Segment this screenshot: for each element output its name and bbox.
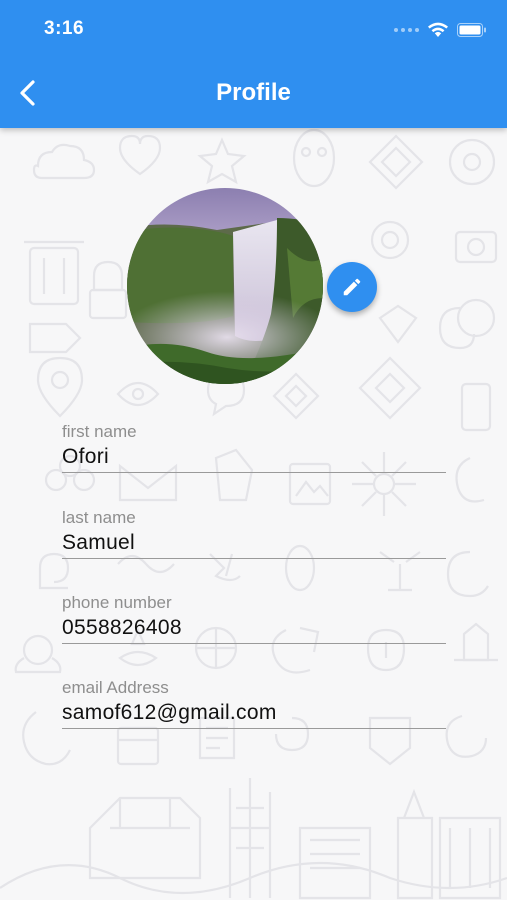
- phone-number-label: phone number: [62, 593, 172, 612]
- edit-photo-button[interactable]: [327, 262, 377, 312]
- status-icons: [394, 22, 487, 38]
- first-name-value[interactable]: Ofori: [62, 444, 446, 473]
- phone-number-value[interactable]: 0558826408: [62, 615, 446, 644]
- email-label: email Address: [62, 678, 169, 697]
- first-name-label: first name: [62, 422, 137, 441]
- status-time: 3:16: [44, 18, 85, 39]
- phone-number-field[interactable]: phone number 0558826408: [62, 593, 446, 644]
- profile-photo: [127, 188, 323, 384]
- wifi-icon: [428, 22, 448, 37]
- avatar[interactable]: [127, 188, 323, 384]
- page-title: Profile: [216, 79, 291, 106]
- first-name-field[interactable]: first name Ofori: [62, 422, 446, 473]
- pencil-icon: [343, 278, 361, 296]
- email-value[interactable]: samof612@gmail.com: [62, 700, 446, 729]
- app-bar: 3:16 Profile: [0, 0, 507, 128]
- signal-icon: [394, 28, 419, 32]
- last-name-value[interactable]: Samuel: [62, 530, 446, 559]
- battery-icon: [457, 23, 486, 37]
- last-name-label: last name: [62, 508, 136, 527]
- email-field[interactable]: email Address samof612@gmail.com: [62, 678, 446, 729]
- last-name-field[interactable]: last name Samuel: [62, 508, 446, 559]
